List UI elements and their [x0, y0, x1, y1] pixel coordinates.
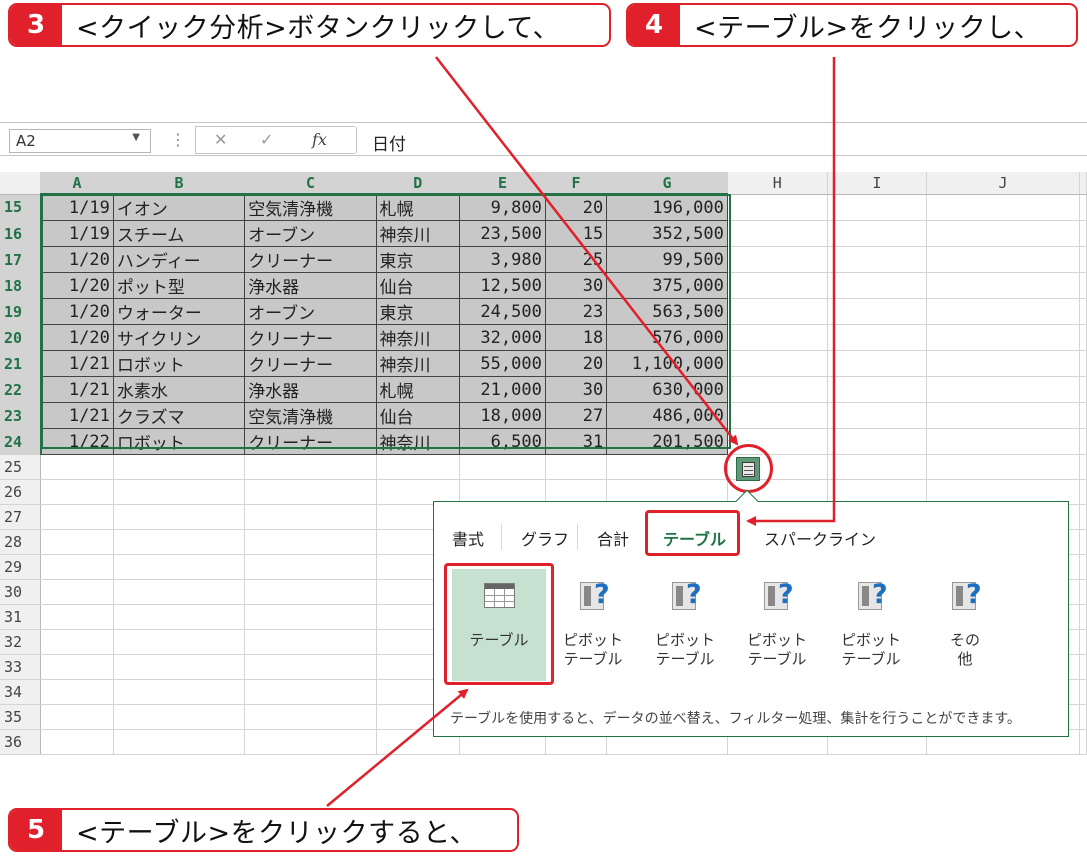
annotation-arrows: [326, 56, 836, 807]
arrow-step-5: [326, 688, 469, 807]
arrow-step-4: [746, 57, 836, 526]
arrow-step-3: [435, 56, 739, 446]
